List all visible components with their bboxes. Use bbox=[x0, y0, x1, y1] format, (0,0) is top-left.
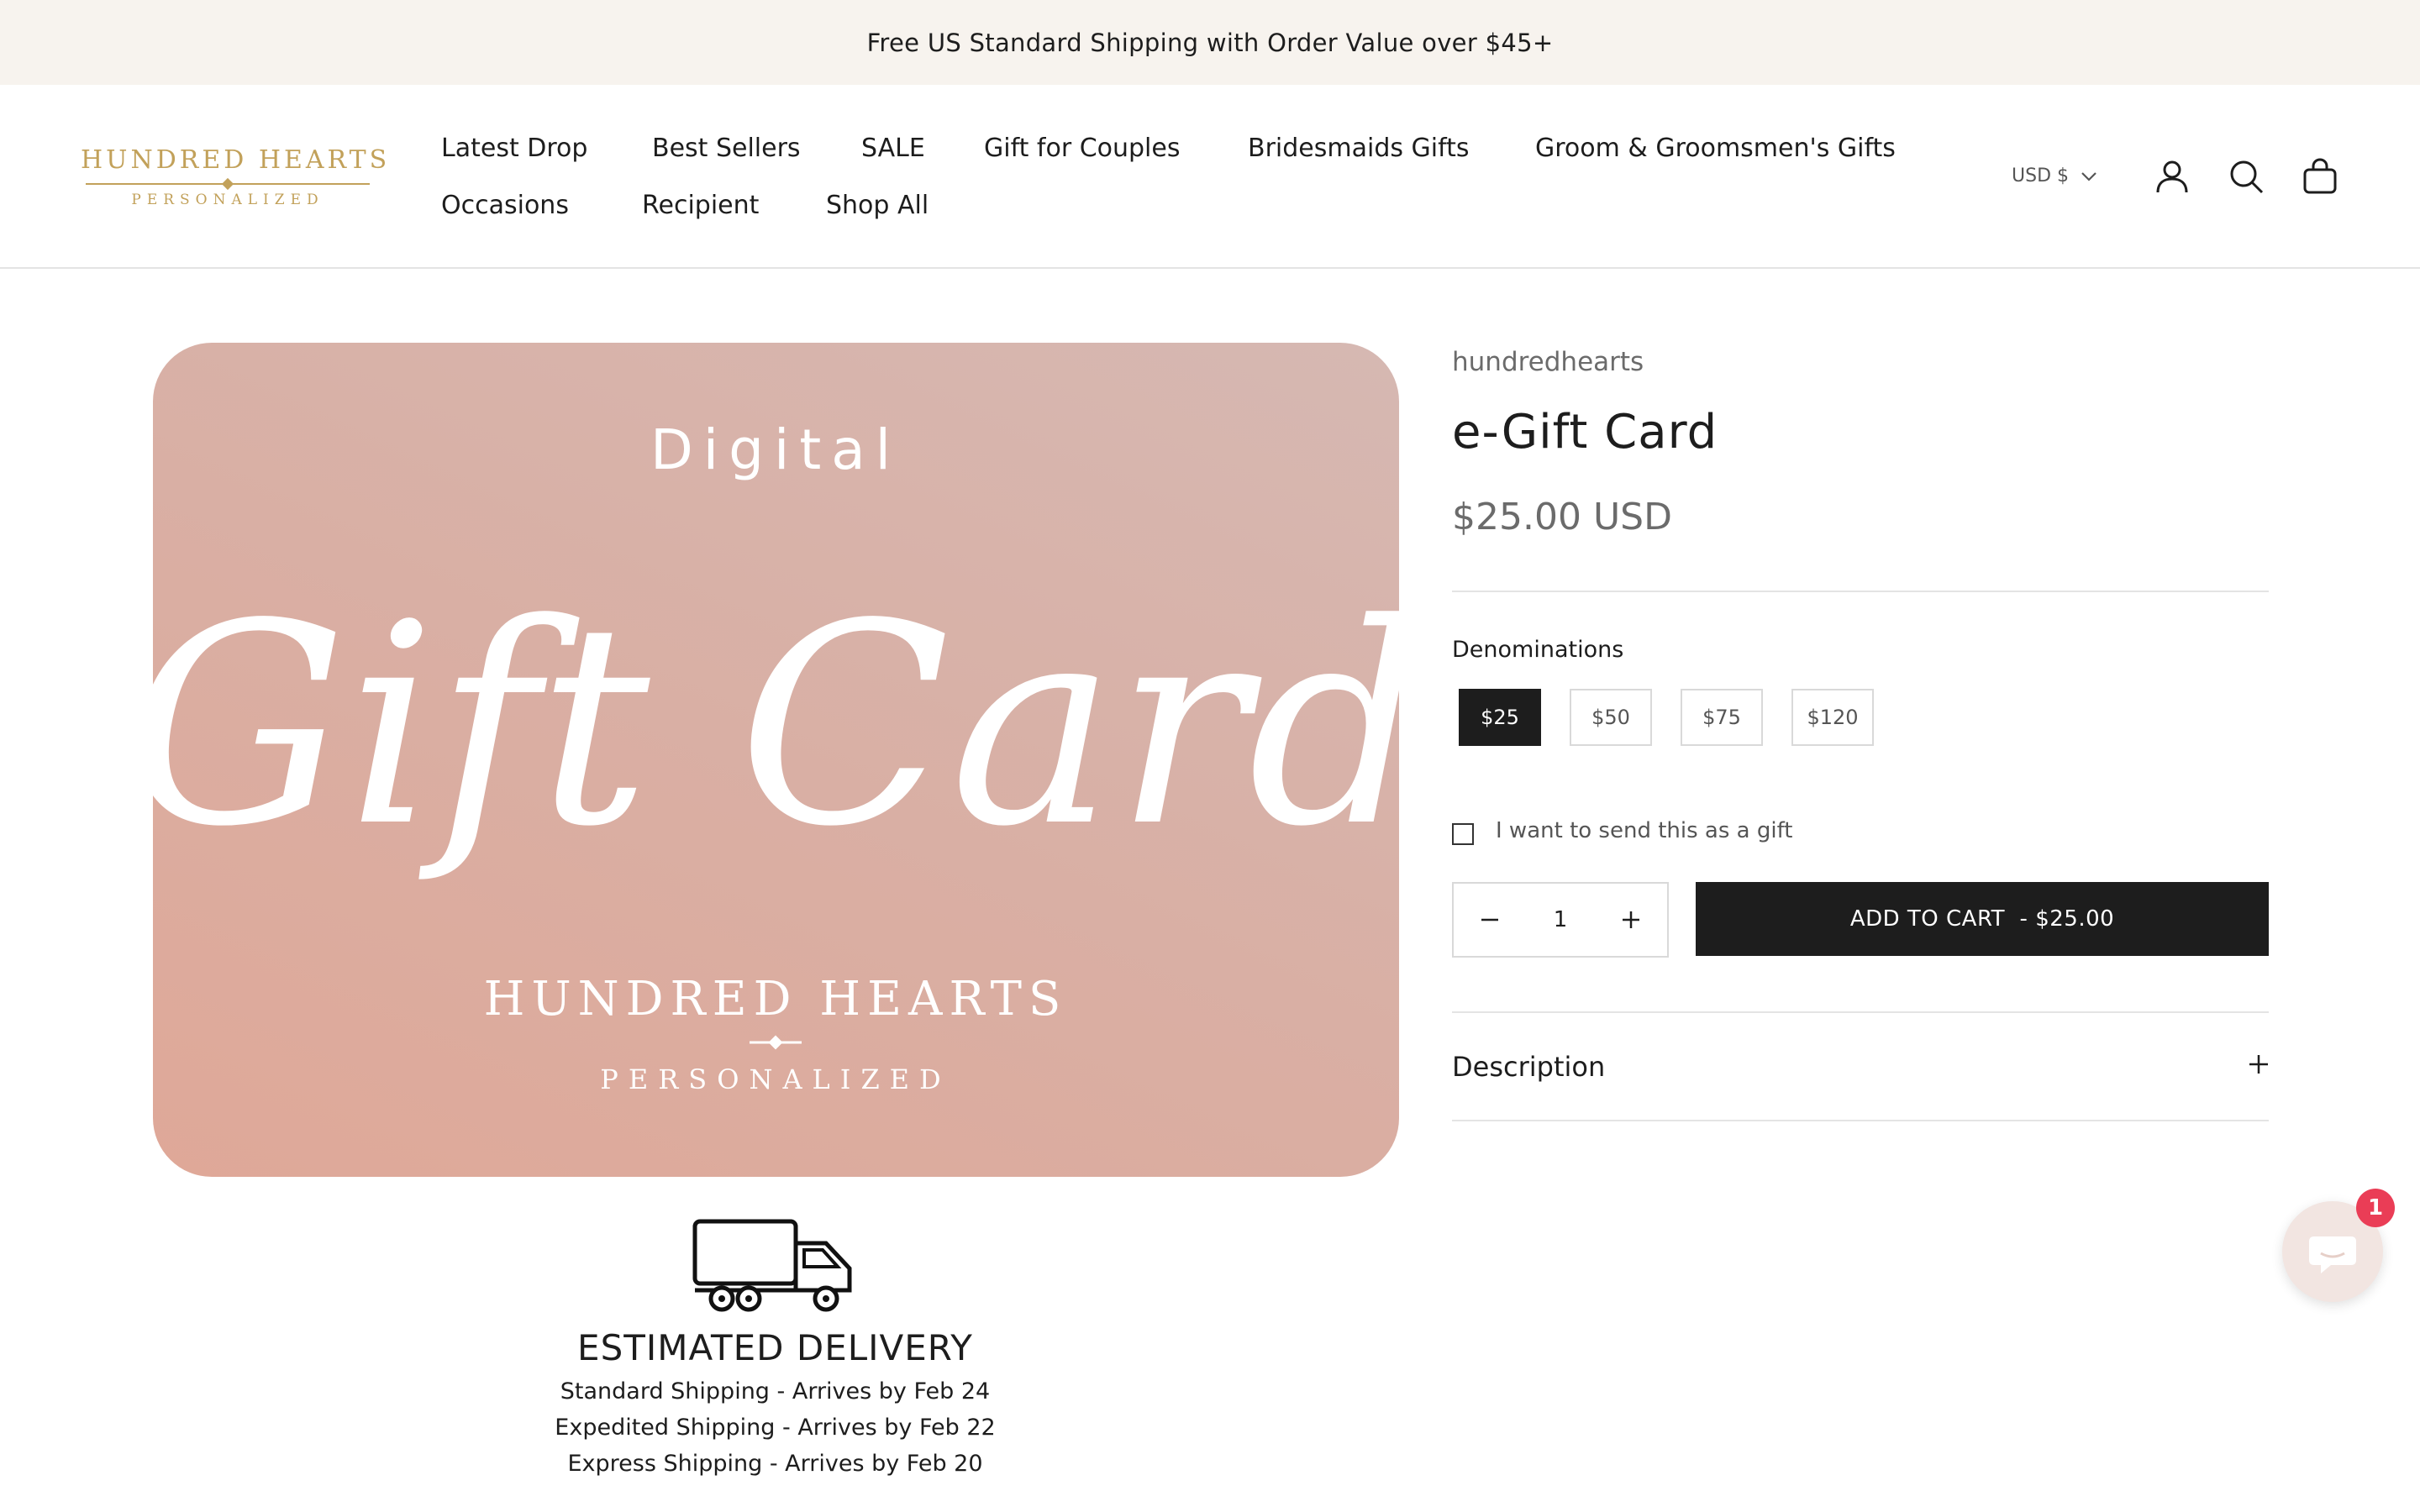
card-digital-text: Digital bbox=[650, 417, 901, 482]
price-divider bbox=[1452, 591, 2269, 592]
description-accordion[interactable]: Description bbox=[1452, 1014, 2269, 1121]
add-to-cart-label: ADD TO CART - $25.00 bbox=[1849, 906, 2115, 932]
minus-icon bbox=[1481, 918, 1498, 921]
quantity-input[interactable]: 1 bbox=[1526, 884, 1595, 956]
card-brand-diamond bbox=[768, 1035, 783, 1050]
account-icon[interactable] bbox=[2153, 157, 2191, 196]
site-header: HUNDRED HEARTS PERSONALIZED Latest Drop … bbox=[0, 85, 2420, 269]
description-label: Description bbox=[1452, 1051, 1606, 1083]
announcement-bar: Free US Standard Shipping with Order Val… bbox=[0, 0, 2420, 85]
nav-shop-all[interactable]: Shop All bbox=[826, 191, 929, 220]
delivery-standard: Standard Shipping - Arrives by Feb 24 bbox=[560, 1378, 991, 1404]
gift-card-artwork: Digital Gift Card HUNDRED HEARTS PERSONA… bbox=[153, 417, 1399, 1095]
denomination-option-75[interactable]: $75 bbox=[1681, 689, 1763, 746]
expand-plus-icon bbox=[2249, 1055, 2268, 1074]
denominations-label: Denominations bbox=[1452, 637, 1624, 663]
nav-bridesmaids-gifts[interactable]: Bridesmaids Gifts bbox=[1248, 134, 1470, 163]
denomination-option-50[interactable]: $50 bbox=[1570, 689, 1652, 746]
nav-groom-groomsmens-gifts[interactable]: Groom & Groomsmen's Gifts bbox=[1535, 134, 1896, 163]
nav-occasions[interactable]: Occasions bbox=[441, 191, 569, 220]
send-as-gift-checkbox[interactable] bbox=[1452, 823, 1474, 845]
delivery-express: Express Shipping - Arrives by Feb 20 bbox=[567, 1451, 983, 1477]
description-bottom-divider bbox=[1452, 1120, 2269, 1121]
delivery-expedited: Expedited Shipping - Arrives by Feb 22 bbox=[555, 1415, 996, 1441]
plus-icon bbox=[1623, 911, 1639, 928]
denomination-option-25[interactable]: $25 bbox=[1459, 689, 1541, 746]
quantity-decrease-button[interactable] bbox=[1454, 884, 1526, 956]
product-title: e-Gift Card bbox=[1452, 405, 1718, 459]
nav-best-sellers[interactable]: Best Sellers bbox=[652, 134, 801, 163]
chat-unread-badge: 1 bbox=[2356, 1189, 2395, 1227]
product-vendor[interactable]: hundredhearts bbox=[1452, 347, 1644, 377]
currency-label: USD $ bbox=[2012, 165, 2069, 186]
estimated-delivery-block: ESTIMATED DELIVERY Standard Shipping - A… bbox=[361, 1218, 1189, 1477]
search-icon[interactable] bbox=[2227, 157, 2265, 196]
quantity-stepper: 1 bbox=[1452, 882, 1669, 958]
logo-divider bbox=[86, 183, 370, 185]
card-brand-text: HUNDRED HEARTS bbox=[484, 972, 1068, 1026]
send-as-gift-label[interactable]: I want to send this as a gift bbox=[1496, 818, 1793, 843]
description-top-divider bbox=[1452, 1011, 2269, 1013]
card-brand-sub-text: PERSONALIZED bbox=[600, 1063, 950, 1095]
card-script-text: Gift Card bbox=[153, 564, 1399, 887]
nav-sale[interactable]: SALE bbox=[861, 134, 925, 163]
product-image-gift-card[interactable]: Digital Gift Card HUNDRED HEARTS PERSONA… bbox=[153, 343, 1399, 1177]
delivery-truck-icon bbox=[692, 1219, 851, 1312]
nav-recipient[interactable]: Recipient bbox=[642, 191, 759, 220]
announcement-text: Free US Standard Shipping with Order Val… bbox=[866, 28, 1554, 57]
cart-bag-icon[interactable] bbox=[2301, 157, 2339, 196]
denomination-option-120[interactable]: $120 bbox=[1791, 689, 1874, 746]
add-to-cart-button[interactable]: ADD TO CART - $25.00 bbox=[1696, 882, 2269, 956]
logo-wordmark: HUNDRED HEARTS bbox=[81, 145, 391, 175]
nav-latest-drop[interactable]: Latest Drop bbox=[441, 134, 587, 163]
site-logo[interactable]: HUNDRED HEARTS PERSONALIZED bbox=[81, 145, 391, 213]
product-price: $25.00 USD bbox=[1452, 496, 1672, 538]
nav-gift-for-couples[interactable]: Gift for Couples bbox=[984, 134, 1180, 163]
chevron-down-icon bbox=[2081, 171, 2096, 181]
logo-tagline: PERSONALIZED bbox=[131, 192, 324, 208]
quantity-increase-button[interactable] bbox=[1595, 884, 1667, 956]
delivery-title: ESTIMATED DELIVERY bbox=[577, 1327, 973, 1368]
currency-selector[interactable]: USD $ bbox=[2012, 165, 2097, 186]
